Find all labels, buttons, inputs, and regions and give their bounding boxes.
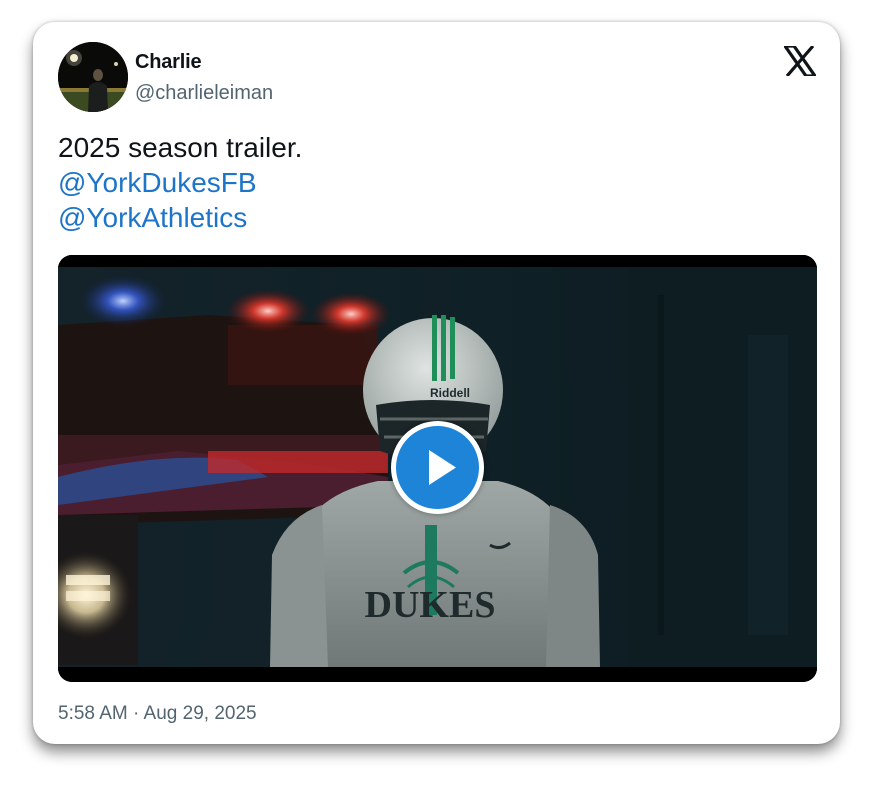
profile-photo-icon <box>58 42 128 112</box>
tweet-text: 2025 season trailer. @YorkDukesFB @YorkA… <box>58 130 302 235</box>
tweet-text-line: 2025 season trailer. <box>58 132 303 163</box>
play-icon <box>429 450 456 485</box>
mention-link-yorkdukesfb[interactable]: @YorkDukesFB <box>58 165 302 200</box>
video-player[interactable]: DUKES Riddell <box>58 255 817 682</box>
author-avatar[interactable] <box>58 42 128 112</box>
x-logo-icon[interactable] <box>784 46 816 76</box>
helmet-brand-text: Riddell <box>430 386 470 400</box>
play-button[interactable] <box>391 421 484 514</box>
author-display-name[interactable]: Charlie <box>135 51 202 74</box>
tweet-timestamp[interactable]: 5:58 AM · Aug 29, 2025 <box>58 703 257 725</box>
author-handle[interactable]: @charlieleiman <box>135 82 273 105</box>
tweet-card: Charlie @charlieleiman 2025 season trail… <box>33 22 840 744</box>
mention-link-yorkathletics[interactable]: @YorkAthletics <box>58 200 302 235</box>
jersey-text: DUKES <box>365 584 496 626</box>
